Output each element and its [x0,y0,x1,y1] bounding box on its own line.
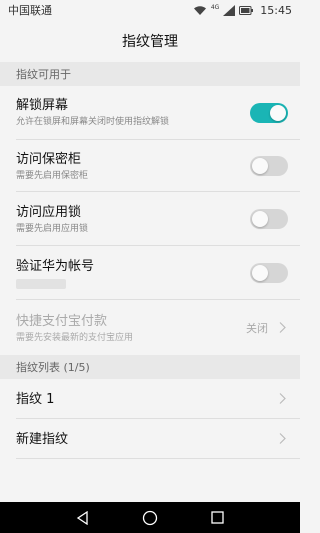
item-title: 验证华为帐号 [16,259,95,274]
toggle-knob [252,158,268,174]
status-bar: 中国联通 4G 15:45 [0,0,300,20]
chevron-right-icon [279,430,286,449]
verify-account-toggle[interactable] [250,263,288,283]
title-bar: 指纹管理 [0,20,300,62]
item-title: 访问保密柜 [16,152,82,167]
battery-icon [239,5,254,15]
item-title: 访问应用锁 [16,205,82,220]
access-safe-toggle[interactable] [250,156,288,176]
item-subtitle: 允许在锁屏和屏幕关闭时使用指纹解锁 [16,117,170,127]
masked-account-text [16,279,66,289]
new-fingerprint-item[interactable]: 新建指纹 [0,419,300,459]
toggle-knob [270,105,286,121]
item-access-safe[interactable]: 访问保密柜 需要先启用保密柜 [0,140,300,192]
toggle-knob [252,211,268,227]
access-app-lock-toggle[interactable] [250,209,288,229]
signal-icon [223,4,236,16]
item-subtitle: 需要先启用应用锁 [16,224,89,234]
carrier-name: 中国联通 [8,4,52,17]
item-verify-huawei-account[interactable]: 验证华为帐号 [0,246,300,300]
section-label-fingerprint-list: 指纹列表 (1/5) [16,361,90,374]
item-title: 指纹 1 [16,392,55,407]
divider [16,458,300,459]
unlock-screen-toggle[interactable] [250,103,288,123]
section-header-fingerprint-list: 指纹列表 (1/5) [0,355,300,379]
item-title: 快捷支付宝付款 [16,314,108,329]
section-label-usage: 指纹可用于 [16,68,71,81]
status-icons: 4G 15:45 [193,4,292,17]
item-title: 解锁屏幕 [16,98,69,113]
fingerprint-item[interactable]: 指纹 1 [0,379,300,419]
page-title: 指纹管理 [122,34,178,50]
section-header-usage: 指纹可用于 [0,62,300,86]
recents-icon[interactable] [211,511,224,524]
toggle-knob [252,265,268,281]
back-icon[interactable] [76,510,90,525]
item-title: 新建指纹 [16,432,69,447]
chevron-right-icon [279,390,286,409]
home-icon[interactable] [142,510,158,526]
chevron-right-icon [279,318,286,337]
navigation-bar [0,502,300,533]
item-access-app-lock[interactable]: 访问应用锁 需要先启用应用锁 [0,192,300,246]
item-subtitle: 需要先安装最新的支付宝应用 [16,333,134,343]
item-subtitle: 需要先启用保密柜 [16,171,89,181]
network-type: 4G [210,3,220,11]
status-time: 15:45 [260,3,292,17]
item-alipay-payment[interactable]: 快捷支付宝付款 需要先安装最新的支付宝应用 关闭 [0,300,300,355]
wifi-icon [193,5,207,16]
item-unlock-screen[interactable]: 解锁屏幕 允许在锁屏和屏幕关闭时使用指纹解锁 [0,86,300,140]
alipay-status-value: 关闭 [246,321,268,335]
